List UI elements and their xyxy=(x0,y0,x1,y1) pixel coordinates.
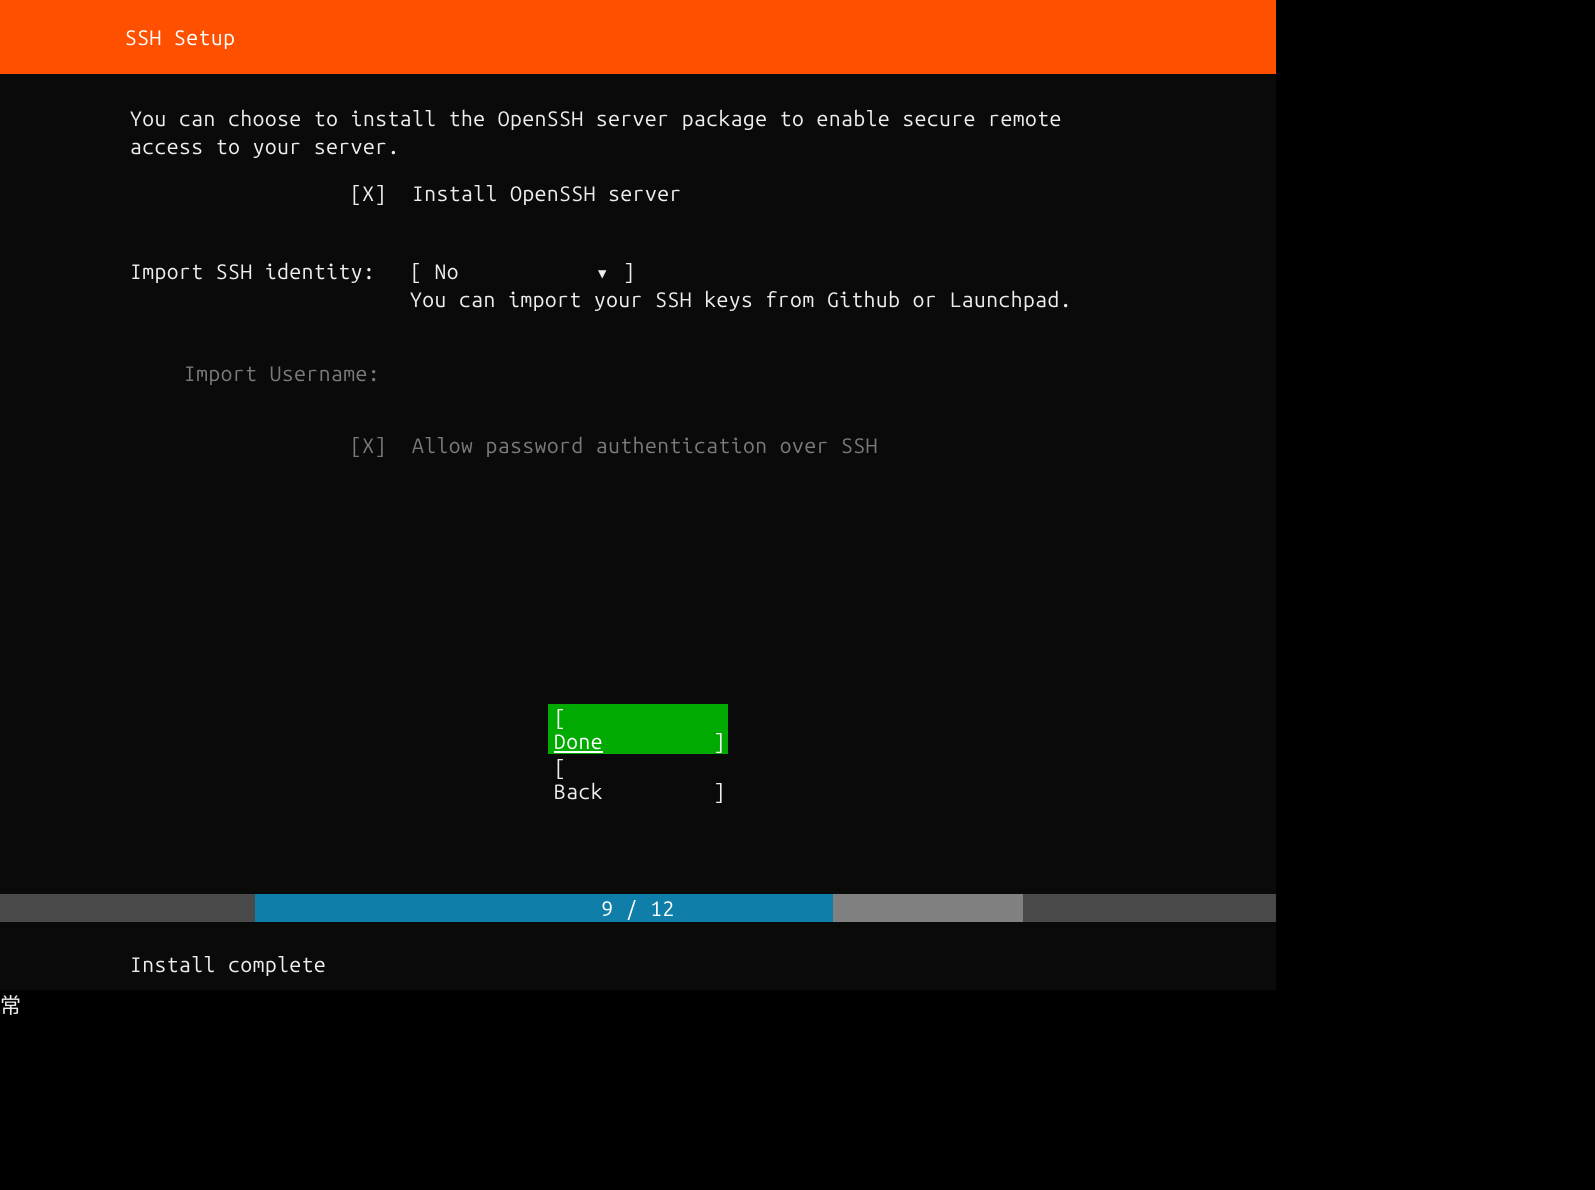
dropdown-value: No xyxy=(435,259,460,283)
dropdown-close-bracket: ] xyxy=(611,259,636,283)
content-area: You can choose to install the OpenSSH se… xyxy=(0,74,1276,894)
back-label: Back xyxy=(554,779,603,803)
install-openssh-checkbox-row: [X] Install OpenSSH server xyxy=(130,181,1151,205)
intro-text: You can choose to install the OpenSSH se… xyxy=(130,104,1151,161)
allow-password-label: Allow password authentication over SSH xyxy=(412,433,878,457)
dropdown-open-bracket: [ xyxy=(410,259,435,283)
import-identity-value: [ No ▼ ] xyxy=(410,259,1151,283)
install-openssh-checkbox[interactable]: [X] xyxy=(350,181,398,205)
progress-text: 9 / 12 xyxy=(0,896,1276,920)
back-open-bracket: [ xyxy=(554,755,566,779)
back-button[interactable]: [ Back ] xyxy=(548,754,728,804)
import-identity-dropdown[interactable]: [ No ▼ ] xyxy=(410,259,635,283)
allow-password-checkbox: [X] xyxy=(350,433,398,457)
done-open-bracket: [ xyxy=(554,705,566,729)
installer-screen: SSH Setup You can choose to install the … xyxy=(0,0,1276,990)
footer: 9 / 12 Install complete xyxy=(0,894,1276,990)
page-title: SSH Setup xyxy=(125,25,235,49)
allow-password-row: [X] Allow password authentication over S… xyxy=(130,433,1151,457)
import-identity-help: You can import your SSH keys from Github… xyxy=(410,285,1151,313)
done-button[interactable]: [ Done ] xyxy=(548,704,728,754)
progress-bar: 9 / 12 xyxy=(0,894,1276,922)
import-identity-row: Import SSH identity: [ No ▼ ] xyxy=(130,259,1151,283)
chevron-down-icon: ▼ xyxy=(598,265,607,282)
install-openssh-label: Install OpenSSH server xyxy=(412,181,682,205)
spacer xyxy=(130,205,1151,259)
import-username-label: Import Username: xyxy=(130,361,410,385)
import-username-row: Import Username: xyxy=(130,361,1151,385)
header-bar: SSH Setup xyxy=(0,0,1276,74)
done-label: Done xyxy=(554,729,603,753)
status-text: Install complete xyxy=(0,922,1276,990)
import-identity-label: Import SSH identity: xyxy=(130,259,410,283)
buttons-area: [ Done ] [ Back ] xyxy=(0,704,1276,804)
